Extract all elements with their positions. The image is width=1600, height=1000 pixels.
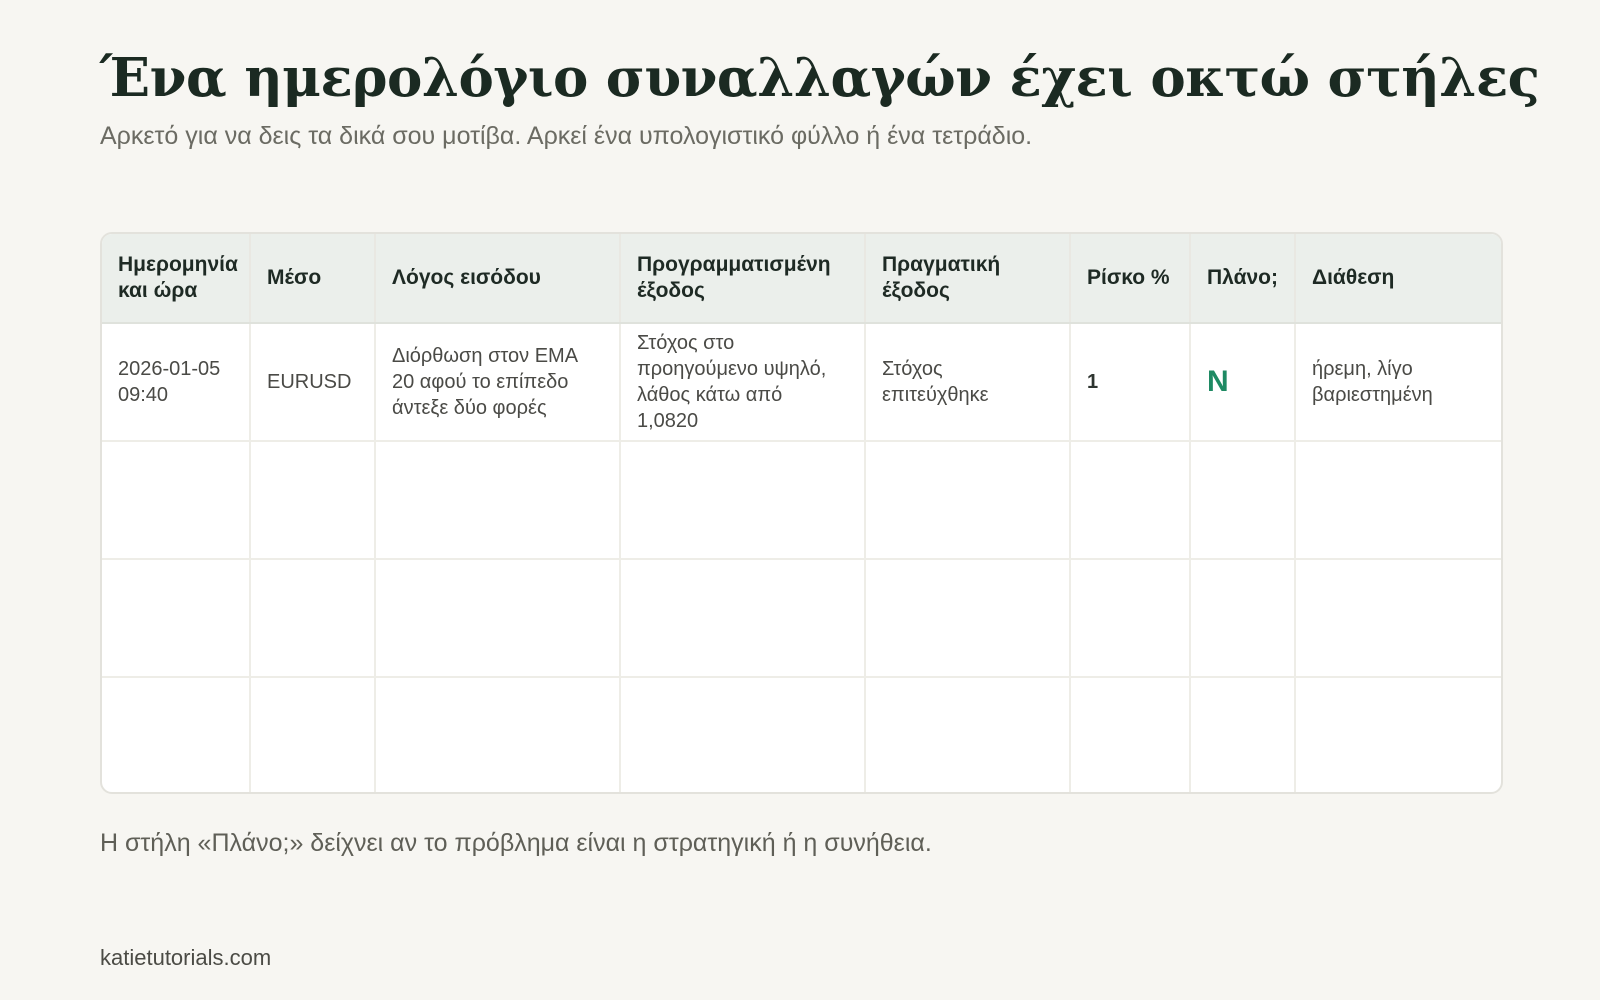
trade-journal-table-card: Ημερομηνία και ώρα Μέσο Λόγος εισόδου Πρ…	[100, 232, 1503, 794]
cell-mood: ήρεμη, λίγο βαριεστημένη	[1295, 323, 1501, 442]
cell-plan	[1190, 559, 1296, 678]
cell-mood	[1295, 559, 1501, 678]
plan-column-note: Η στήλη «Πλάνο;» δείχνει αν το πρόβλημα …	[100, 829, 932, 857]
cell-risk: 1	[1070, 323, 1191, 442]
site-footer: katietutorials.com	[100, 945, 272, 970]
cell-entry-reason	[375, 441, 621, 560]
cell-plan	[1190, 441, 1296, 560]
page-subtitle: Αρκετό για να δεις τα δικά σου μοτίβα. Α…	[100, 122, 1033, 150]
trade-journal-table: Ημερομηνία και ώρα Μέσο Λόγος εισόδου Πρ…	[102, 234, 1501, 792]
cell-plan: N	[1190, 323, 1296, 442]
cell-datetime: 2026-01-05 09:40	[102, 323, 251, 442]
cell-datetime	[102, 559, 251, 678]
table-row: 2026-01-05 09:40 EURUSD Διόρθωση στον EM…	[102, 323, 1501, 442]
cell-planned-exit	[620, 677, 866, 792]
page-title: Ένα ημερολόγιο συναλλαγών έχει οκτώ στήλ…	[100, 47, 1540, 109]
table-row	[102, 677, 1501, 792]
cell-actual-exit	[865, 559, 1071, 678]
column-header-actual-exit: Πραγματική έξοδος	[865, 234, 1071, 324]
cell-planned-exit: Στόχος στο προηγούμενο υψηλό, λάθος κάτω…	[620, 323, 866, 442]
cell-risk	[1070, 441, 1191, 560]
cell-mood	[1295, 677, 1501, 792]
cell-datetime	[102, 677, 251, 792]
cell-entry-reason	[375, 559, 621, 678]
cell-instrument: EURUSD	[250, 323, 376, 442]
column-header-plan: Πλάνο;	[1190, 234, 1296, 324]
cell-actual-exit	[865, 441, 1071, 560]
cell-actual-exit	[865, 677, 1071, 792]
cell-entry-reason	[375, 677, 621, 792]
column-header-mood: Διάθεση	[1295, 234, 1501, 324]
cell-plan	[1190, 677, 1296, 792]
cell-datetime	[102, 441, 251, 560]
column-header-instrument: Μέσο	[250, 234, 376, 324]
cell-planned-exit	[620, 559, 866, 678]
column-header-entry-reason: Λόγος εισόδου	[375, 234, 621, 324]
cell-mood	[1295, 441, 1501, 560]
cell-instrument	[250, 441, 376, 560]
cell-planned-exit	[620, 441, 866, 560]
table-row	[102, 441, 1501, 560]
column-header-datetime: Ημερομηνία και ώρα	[102, 234, 251, 324]
cell-instrument	[250, 677, 376, 792]
table-row	[102, 559, 1501, 678]
cell-entry-reason: Διόρθωση στον EMA 20 αφού το επίπεδο άντ…	[375, 323, 621, 442]
cell-risk	[1070, 677, 1191, 792]
column-header-risk: Ρίσκο %	[1070, 234, 1191, 324]
column-header-planned-exit: Προγραμματισμένη έξοδος	[620, 234, 866, 324]
cell-risk	[1070, 559, 1191, 678]
table-header-row: Ημερομηνία και ώρα Μέσο Λόγος εισόδου Πρ…	[102, 234, 1501, 324]
cell-actual-exit: Στόχος επιτεύχθηκε	[865, 323, 1071, 442]
cell-instrument	[250, 559, 376, 678]
